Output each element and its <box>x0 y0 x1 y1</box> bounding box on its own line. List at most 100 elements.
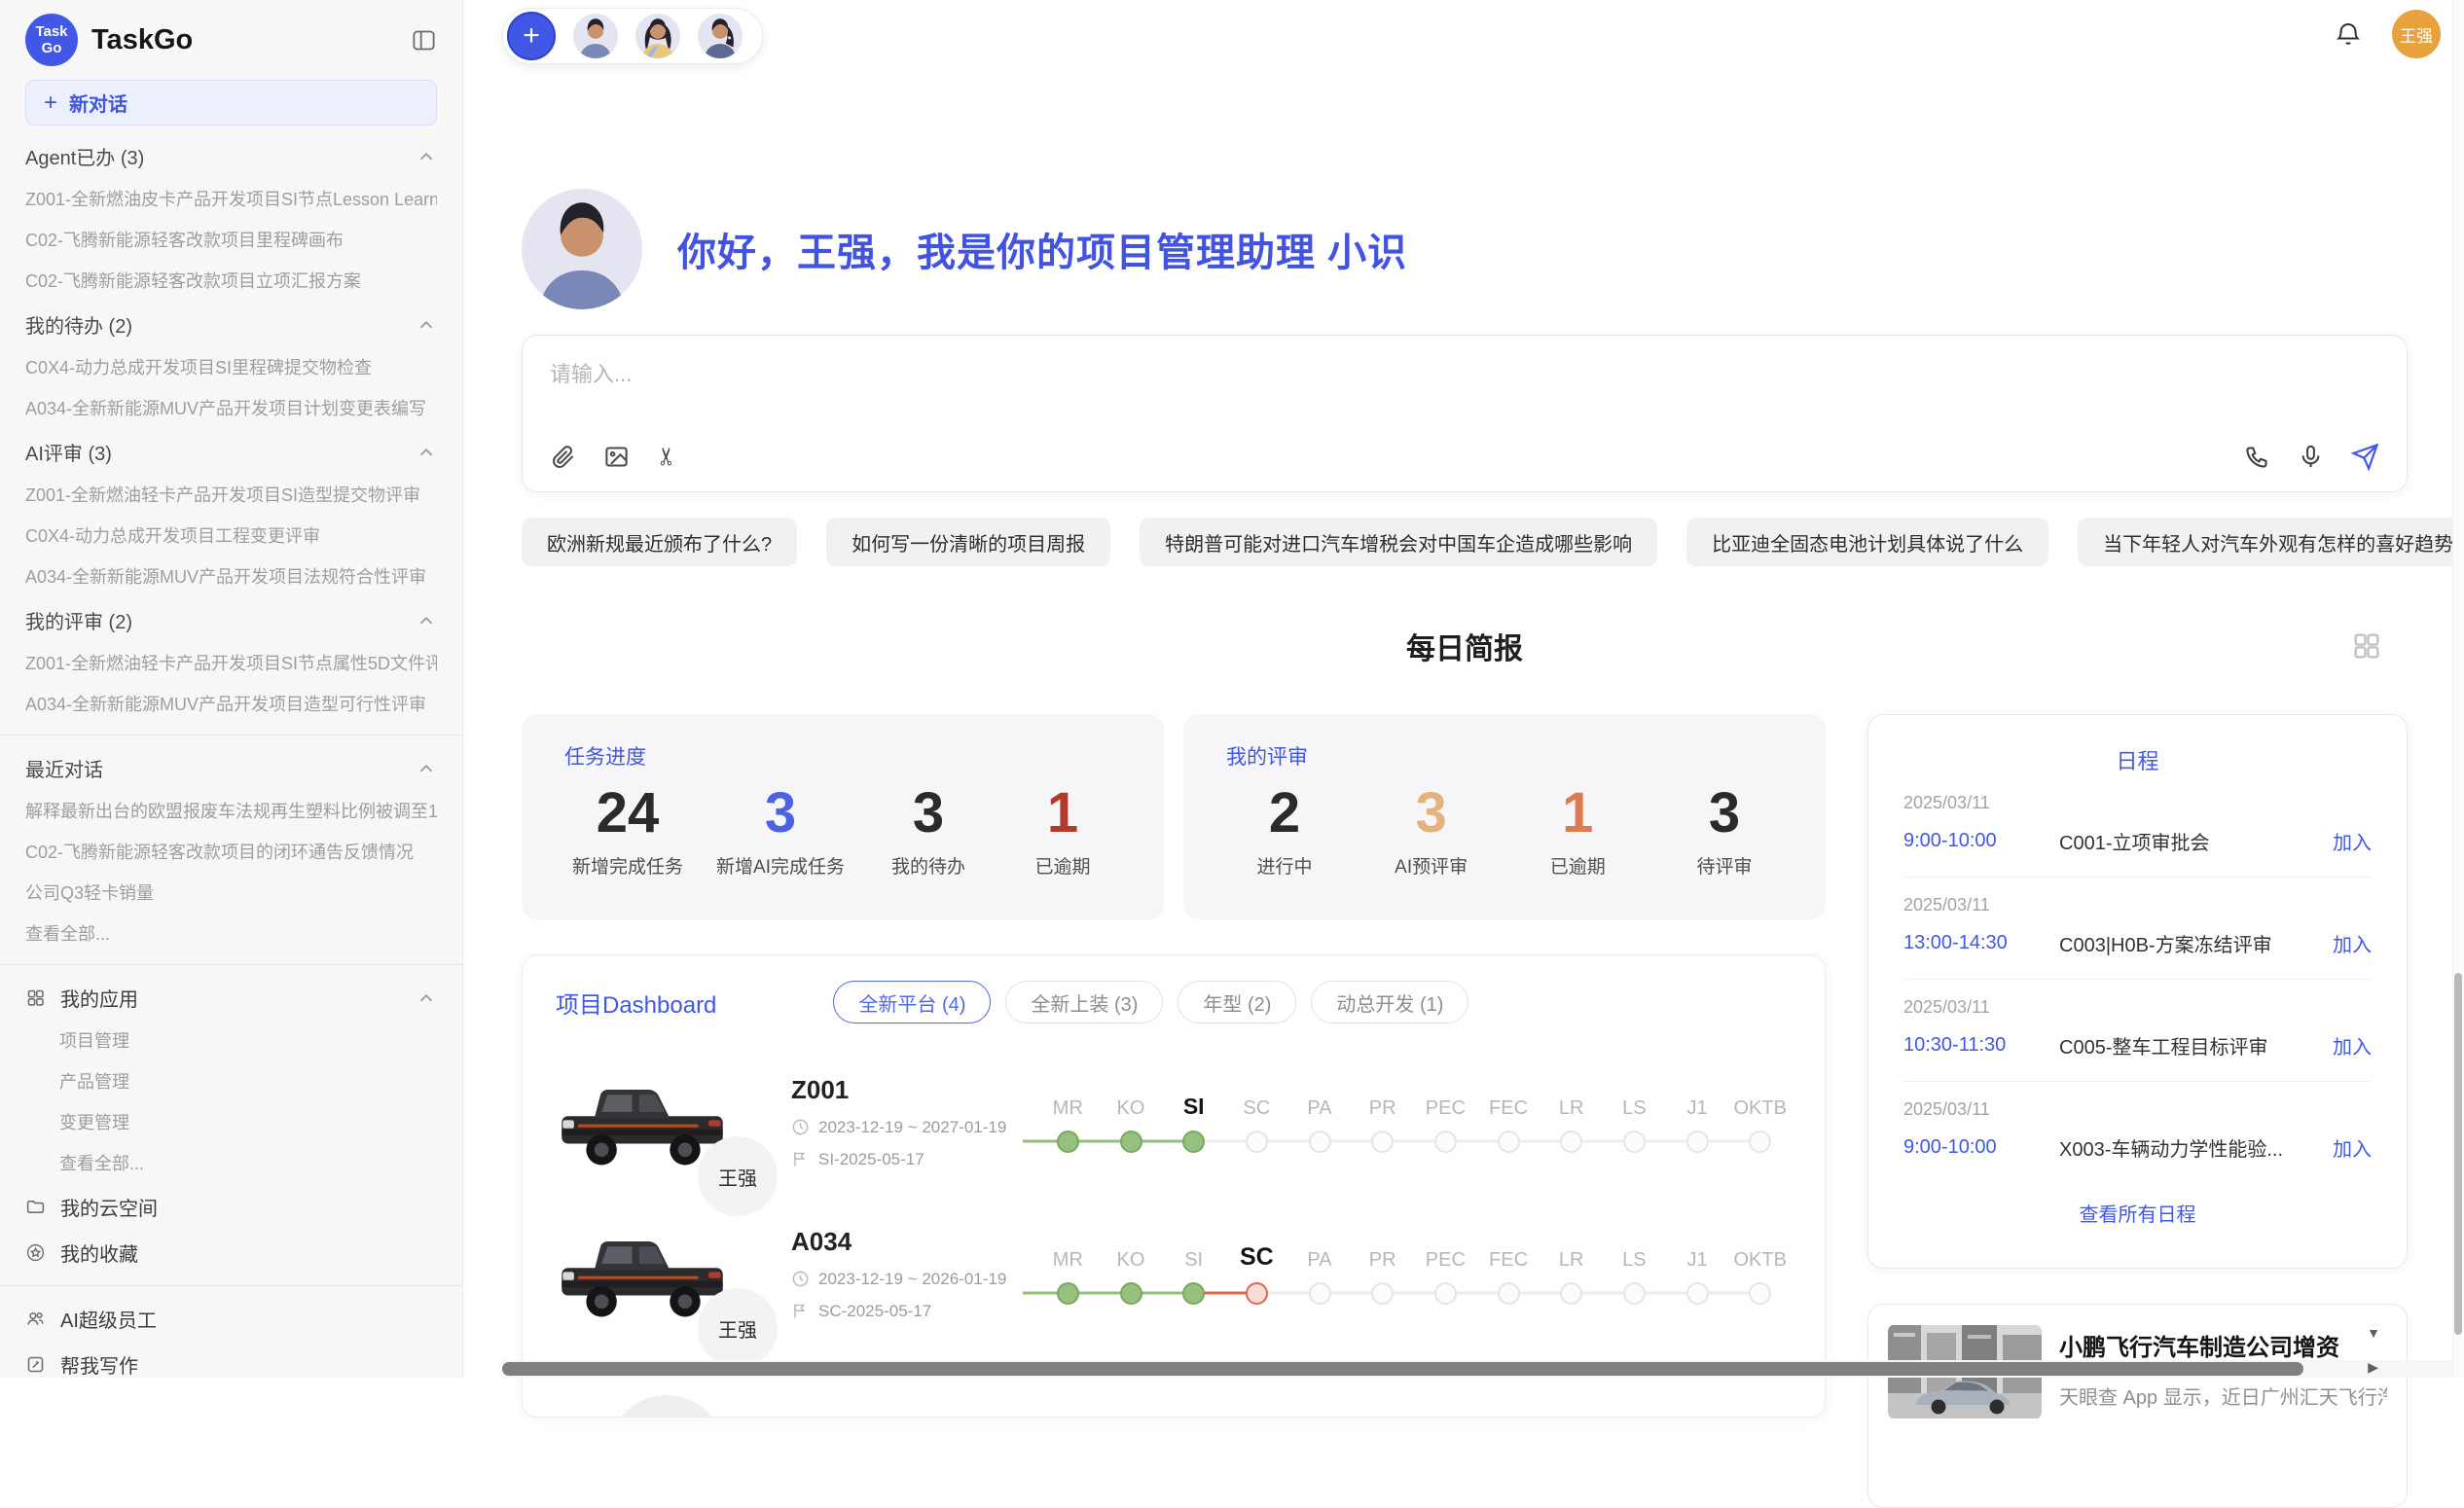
milestone-pa: PA <box>1288 1091 1352 1157</box>
star-badge-icon <box>25 1242 46 1263</box>
sidebar-item-cloud-folder[interactable]: 我的云空间 <box>25 1184 437 1230</box>
sidebar-item-star-badge[interactable]: 我的收藏 <box>25 1230 437 1275</box>
suggestion-chip[interactable]: 比亚迪全固态电池计划具体说了什么 <box>1686 518 2048 566</box>
main-content: 你好，王强，我是你的项目管理助理 小识 <box>522 0 2408 1508</box>
sidebar-collapse-button[interactable] <box>411 27 437 54</box>
project-dates: 2023-12-19 ~ 2027-01-19 <box>791 1118 1036 1137</box>
event-name: X003-车辆动力学性能验... <box>2059 1133 2333 1162</box>
section-title: Agent已办 (3) <box>25 142 144 170</box>
vertical-scrollbar[interactable] <box>2452 0 2464 1378</box>
sidebar-tool-people[interactable]: AI超级员工 <box>25 1296 437 1342</box>
member-avatars <box>573 14 743 58</box>
stat-card-title: 我的评审 <box>1226 741 1783 771</box>
vertical-scrollbar-thumb[interactable] <box>2454 973 2462 1335</box>
news-card[interactable]: 小鹏飞行汽车制造公司增资 天眼查 App 显示，近日广州汇天飞行汽... <box>1867 1304 2408 1508</box>
sidebar-list-item[interactable]: C0X4-动力总成开发项目SI里程碑提交物检查 <box>25 347 437 388</box>
event-name: C003|H0B-方案冻结评审 <box>2059 929 2333 957</box>
recent-chat-item[interactable]: 公司Q3轻卡销量 <box>25 873 437 914</box>
apps-view-all-link[interactable]: 查看全部... <box>25 1143 437 1184</box>
sidebar-section-header-recent[interactable]: 最近对话 <box>25 745 437 791</box>
app-link-item[interactable]: 项目管理 <box>25 1021 437 1061</box>
brief-columns: 任务进度24新增完成任务3新增AI完成任务3我的待办1已逾期我的评审2进行中3A… <box>522 714 2408 1508</box>
stat-label: 新增AI完成任务 <box>716 852 845 879</box>
sidebar-list-item[interactable]: Z001-全新燃油轻卡产品开发项目SI节点属性5D文件评审 <box>25 643 437 684</box>
sidebar-list-item[interactable]: A034-全新新能源MUV产品开发项目造型可行性评审 <box>25 684 437 725</box>
chat-input[interactable] <box>550 357 2379 437</box>
sidebar-section-header-tasks-0[interactable]: Agent已办 (3) <box>25 133 437 179</box>
sidebar-tool-write[interactable]: 帮我写作 <box>25 1342 437 1378</box>
join-meeting-link[interactable]: 加入 <box>2333 827 2372 855</box>
scroll-down-arrow-icon[interactable]: ▼ <box>2367 1325 2380 1341</box>
layout-toggle-button[interactable] <box>2351 630 2382 662</box>
sidebar-item-my-apps[interactable]: 我的应用 <box>25 975 437 1021</box>
join-meeting-link[interactable]: 加入 <box>2333 929 2372 957</box>
app-link-item[interactable]: 产品管理 <box>25 1061 437 1102</box>
voice-call-button[interactable] <box>2244 444 2270 470</box>
app-logo: Task Go <box>25 14 78 66</box>
greeting-text: 你好，王强，我是你的项目管理助理 小识 <box>677 221 1407 277</box>
join-meeting-link[interactable]: 加入 <box>2333 1031 2372 1059</box>
microphone-icon <box>2298 444 2324 470</box>
new-chat-button[interactable]: + 新对话 <box>25 80 437 126</box>
recent-chat-item[interactable]: C02-飞腾新能源轻客改款项目的闭环通告反馈情况 <box>25 832 437 873</box>
dashboard-tab[interactable]: 全新平台 (4) <box>833 981 991 1023</box>
milestone-dot <box>1371 1282 1394 1305</box>
milestone-mr: MR <box>1036 1091 1100 1157</box>
send-button[interactable] <box>2351 443 2379 471</box>
project-dates-text: 2023-12-19 ~ 2026-01-19 <box>818 1270 1006 1289</box>
dashboard-tab[interactable]: 动总开发 (1) <box>1311 981 1468 1023</box>
send-icon <box>2351 443 2379 471</box>
app-link-item[interactable]: 变更管理 <box>25 1102 437 1143</box>
screenshot-button[interactable]: ✂ <box>657 442 677 471</box>
section-title: 最近对话 <box>25 754 103 782</box>
microphone-button[interactable] <box>2298 444 2324 470</box>
add-member-button[interactable]: + <box>507 12 556 60</box>
sidebar-section-header-tasks-3[interactable]: 我的评审 (2) <box>25 597 437 643</box>
insert-image-button[interactable] <box>603 444 630 470</box>
project-info: A0342023-12-19 ~ 2026-01-19SC-2025-05-17 <box>791 1227 1036 1321</box>
suggestion-chip[interactable]: 特朗普可能对进口汽车增税会对中国车企造成哪些影响 <box>1140 518 1657 566</box>
view-all-schedule-link[interactable]: 查看所有日程 <box>1903 1199 2372 1227</box>
stat-item: 2进行中 <box>1234 782 1335 879</box>
sidebar-section-header-tasks-1[interactable]: 我的待办 (2) <box>25 302 437 347</box>
sidebar-section-header-tasks-2[interactable]: AI评审 (3) <box>25 429 437 475</box>
join-meeting-link[interactable]: 加入 <box>2333 1133 2372 1162</box>
milestone-oktb: OKTB <box>1728 1091 1792 1157</box>
sidebar-list-item[interactable]: C02-飞腾新能源轻客改款项目里程碑画布 <box>25 220 437 261</box>
scroll-right-arrow-icon[interactable]: ▶ <box>2368 1359 2378 1376</box>
news-title: 小鹏飞行汽车制造公司增资 <box>2059 1328 2387 1362</box>
member-avatar-3[interactable] <box>698 14 743 58</box>
attach-file-button[interactable] <box>550 444 576 470</box>
milestone-mr: MR <box>1036 1242 1100 1309</box>
milestone-oktb: OKTB <box>1728 1242 1792 1309</box>
sidebar-list-item[interactable]: A034-全新新能源MUV产品开发项目法规符合性评审 <box>25 557 437 597</box>
stat-item: 3AI预评审 <box>1381 782 1482 879</box>
sidebar-list-item[interactable]: Z001-全新燃油皮卡产品开发项目SI节点Lesson Learn报告 <box>25 179 437 220</box>
schedule-events: 2025/03/119:00-10:00C001-立项审批会加入2025/03/… <box>1903 775 2372 1183</box>
sidebar-menu: Agent已办 (3) Z001-全新燃油皮卡产品开发项目SI节点Lesson L… <box>25 133 437 1378</box>
sidebar-list-item[interactable]: C02-飞腾新能源轻客改款项目立项汇报方案 <box>25 261 437 302</box>
sidebar-list-item[interactable]: A034-全新新能源MUV产品开发项目计划变更表编写 <box>25 388 437 429</box>
recent-chat-item[interactable]: 解释最新出台的欧盟报废车法规再生塑料比例被调至15%... <box>25 791 437 832</box>
flag-icon <box>791 1302 810 1320</box>
suggestion-chip[interactable]: 如何写一份清晰的项目周报 <box>826 518 1110 566</box>
recent-view-all-link[interactable]: 查看全部... <box>25 914 437 954</box>
member-avatar-1[interactable] <box>573 14 618 58</box>
event-name: C001-立项审批会 <box>2059 827 2333 855</box>
user-avatar[interactable]: 王强 <box>2392 10 2441 58</box>
horizontal-scrollbar-thumb[interactable] <box>502 1362 2303 1376</box>
stat-label: AI预评审 <box>1381 852 1482 879</box>
event-name: C005-整车工程目标评审 <box>2059 1031 2333 1059</box>
member-avatar-2[interactable] <box>635 14 680 58</box>
sidebar-list-item[interactable]: C0X4-动力总成开发项目工程变更评审 <box>25 516 437 557</box>
stat-card: 我的评审2进行中3AI预评审1已逾期3待评审 <box>1183 714 1826 919</box>
event-row: 9:00-10:00C001-立项审批会加入 <box>1903 827 2372 877</box>
dashboard-tab[interactable]: 年型 (2) <box>1178 981 1296 1023</box>
suggestion-chip[interactable]: 当下年轻人对汽车外观有怎样的喜好趋势 <box>2078 518 2464 566</box>
sidebar-list-item[interactable]: Z001-全新燃油轻卡产品开发项目SI造型提交物评审 <box>25 475 437 516</box>
suggestion-chip[interactable]: 欧洲新规最近颁布了什么? <box>522 518 797 566</box>
horizontal-scrollbar[interactable] <box>502 1360 2464 1378</box>
app-logo-text-bottom: Go <box>42 40 62 56</box>
dashboard-tab[interactable]: 全新上装 (3) <box>1005 981 1163 1023</box>
notifications-button[interactable] <box>2334 19 2363 49</box>
